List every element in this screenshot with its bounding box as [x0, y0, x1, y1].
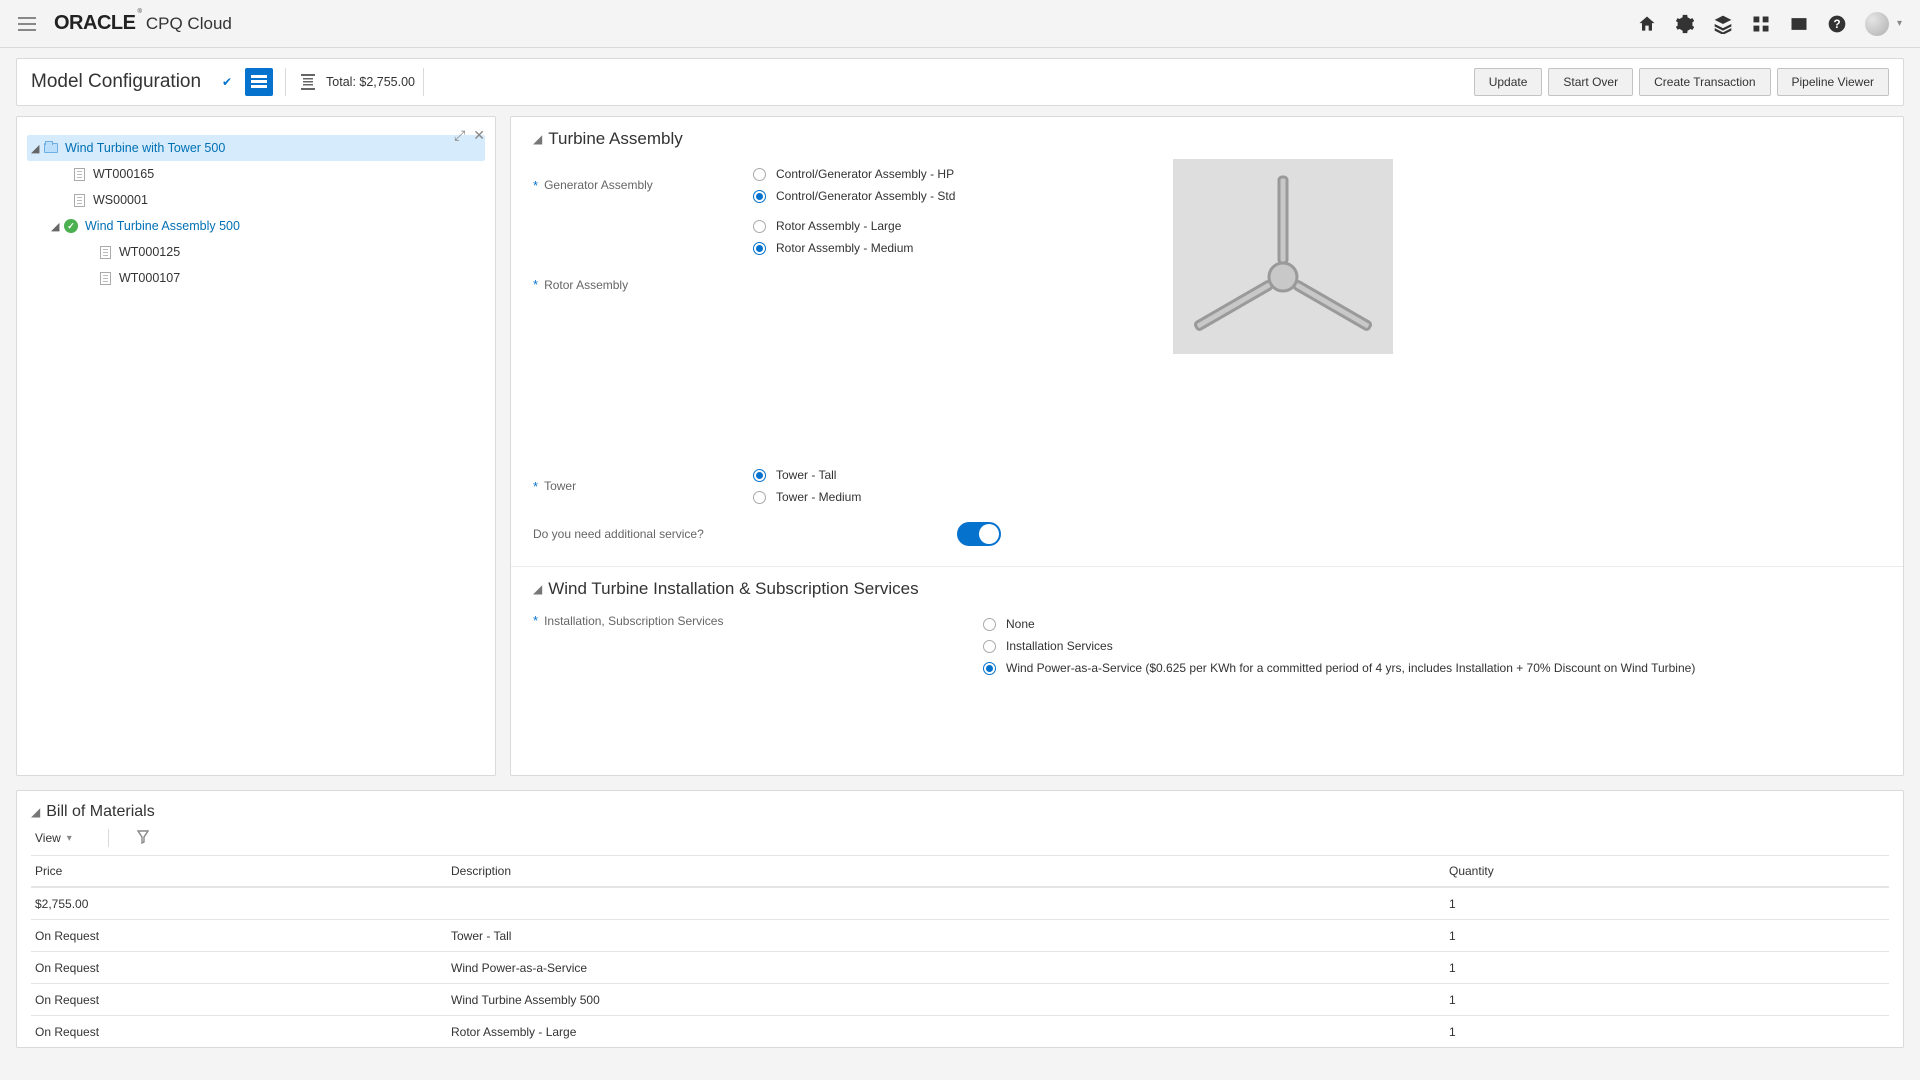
card-icon[interactable]: [1789, 14, 1809, 34]
bom-cell-price: On Request: [31, 993, 451, 1007]
stack-icon[interactable]: [1713, 14, 1733, 34]
product-name: CPQ Cloud: [146, 14, 232, 34]
product-image: [1173, 159, 1393, 354]
menu-icon[interactable]: [18, 17, 36, 31]
tree-item[interactable]: WT000107: [27, 265, 485, 291]
bom-cell-desc: Wind Power-as-a-Service: [451, 961, 1449, 975]
tree-item[interactable]: WT000125: [27, 239, 485, 265]
total-label: Total: $2,755.00: [326, 75, 415, 89]
generator-label: *Generator Assembly: [533, 163, 753, 207]
table-row[interactable]: On RequestTower - Tall1: [31, 919, 1889, 951]
install-option-services[interactable]: Installation Services: [983, 635, 1881, 657]
generator-option-hp[interactable]: Control/Generator Assembly - HP: [753, 163, 1173, 185]
help-icon[interactable]: ?: [1827, 14, 1847, 34]
brand-reg: ®: [137, 9, 141, 15]
bom-panel: ◢ Bill of Materials View▾ Price Descript…: [16, 790, 1904, 1048]
filter-icon[interactable]: [137, 830, 149, 847]
bom-cell-desc: Wind Turbine Assembly 500: [451, 993, 1449, 1007]
tower-label: *Tower: [533, 464, 753, 508]
create-transaction-button[interactable]: Create Transaction: [1639, 68, 1770, 96]
tree-item[interactable]: WS00001: [27, 187, 485, 213]
bom-cell-qty: 1: [1449, 993, 1889, 1007]
installation-label: *Installation, Subscription Services: [533, 613, 983, 628]
bom-cell-desc: Rotor Assembly - Large: [451, 1025, 1449, 1039]
bom-col-desc-head[interactable]: Description: [451, 864, 1449, 878]
apps-icon[interactable]: [1751, 14, 1771, 34]
bom-cell-qty: 1: [1449, 929, 1889, 943]
additional-service-toggle[interactable]: [957, 522, 1001, 546]
start-over-button[interactable]: Start Over: [1548, 68, 1633, 96]
table-row[interactable]: On RequestWind Power-as-a-Service1: [31, 951, 1889, 983]
rotor-option-medium[interactable]: Rotor Assembly - Medium: [753, 237, 1173, 259]
bom-cell-desc: Tower - Tall: [451, 929, 1449, 943]
tree-item[interactable]: WT000165: [27, 161, 485, 187]
table-row[interactable]: $2,755.00 1: [31, 887, 1889, 919]
section-title: Turbine Assembly: [548, 129, 682, 149]
bom-cell-price: On Request: [31, 1025, 451, 1039]
table-row[interactable]: On RequestWind Turbine Assembly 5001: [31, 983, 1889, 1015]
bom-cell-qty: 1: [1449, 1025, 1889, 1039]
collapse-icon[interactable]: ◢: [533, 132, 542, 146]
table-row[interactable]: On RequestRotor Assembly - Large1: [31, 1015, 1889, 1047]
collapse-icon[interactable]: ◢: [533, 582, 542, 596]
validate-icon[interactable]: ✔︎: [213, 68, 241, 96]
tower-option-medium[interactable]: Tower - Medium: [753, 486, 1173, 508]
update-button[interactable]: Update: [1474, 68, 1543, 96]
config-form-panel: ◢ Turbine Assembly *Generator Assembly C…: [510, 116, 1904, 776]
global-header: ORACLE ® CPQ Cloud ? ▾: [0, 0, 1920, 48]
tower-option-tall[interactable]: Tower - Tall: [753, 464, 1173, 486]
tree-root[interactable]: ◢ Wind Turbine with Tower 500: [27, 135, 485, 161]
section-turbine: ◢ Turbine Assembly *Generator Assembly C…: [511, 117, 1903, 567]
home-icon[interactable]: [1637, 14, 1657, 34]
bom-title: Bill of Materials: [46, 803, 154, 821]
bom-cell-price: On Request: [31, 929, 451, 943]
close-icon[interactable]: ✕: [473, 127, 485, 144]
config-tree-panel: ⤢ ✕ ◢ Wind Turbine with Tower 500 WT0001…: [16, 116, 496, 776]
expand-icon[interactable]: ⤢: [454, 127, 465, 144]
tree-item-assembly[interactable]: ◢ ✓ Wind Turbine Assembly 500: [27, 213, 485, 239]
bom-cell-price: On Request: [31, 961, 451, 975]
brand-logo: ORACLE: [54, 12, 135, 35]
bom-col-price-head[interactable]: Price: [31, 864, 451, 878]
svg-text:?: ?: [1833, 18, 1840, 31]
user-menu-caret[interactable]: ▾: [1897, 18, 1902, 29]
pipeline-viewer-button[interactable]: Pipeline Viewer: [1777, 68, 1890, 96]
additional-service-label: Do you need additional service?: [533, 527, 704, 541]
generator-option-std[interactable]: Control/Generator Assembly - Std: [753, 185, 1173, 207]
section-title: Wind Turbine Installation & Subscription…: [548, 579, 918, 599]
bom-cell-qty: 1: [1449, 897, 1889, 911]
bom-col-qty-head[interactable]: Quantity: [1449, 864, 1889, 878]
bom-cell-qty: 1: [1449, 961, 1889, 975]
layout-icon[interactable]: [245, 68, 273, 96]
collapse-icon[interactable]: ◢: [31, 805, 40, 819]
section-installation: ◢ Wind Turbine Installation & Subscripti…: [511, 567, 1903, 709]
bom-header-row: Price Description Quantity: [31, 855, 1889, 887]
bom-cell-price: $2,755.00: [31, 897, 451, 911]
rotor-label: *Rotor Assembly: [533, 215, 753, 354]
summary-icon[interactable]: [294, 68, 322, 96]
install-option-none[interactable]: None: [983, 613, 1881, 635]
page-title: Model Configuration: [31, 71, 201, 93]
user-avatar[interactable]: [1865, 12, 1889, 36]
bom-view-menu[interactable]: View▾: [35, 831, 72, 845]
rotor-option-large[interactable]: Rotor Assembly - Large: [753, 215, 1173, 237]
install-option-wpaas[interactable]: Wind Power-as-a-Service ($0.625 per KWh …: [983, 657, 1881, 679]
gear-icon[interactable]: [1675, 14, 1695, 34]
config-header: Model Configuration ✔︎ Total: $2,755.00 …: [16, 58, 1904, 106]
